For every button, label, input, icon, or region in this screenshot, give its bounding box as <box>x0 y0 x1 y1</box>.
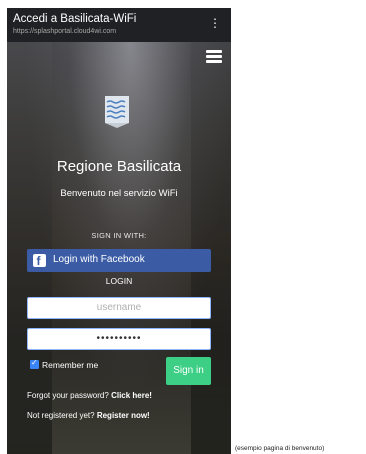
login-heading: LOGIN <box>105 276 133 286</box>
sign-in-with-label: SIGN IN WITH: <box>91 231 147 240</box>
kebab-menu-icon[interactable]: ⋮ <box>209 17 221 29</box>
username-input[interactable]: username <box>27 297 211 319</box>
sign-in-button[interactable]: Sign in <box>166 357 211 385</box>
register-prompt: Not registered yet? <box>27 411 95 420</box>
region-name: Regione Basilicata <box>56 158 182 175</box>
hamburger-icon[interactable] <box>206 50 222 63</box>
regional-crest-icon <box>105 96 129 128</box>
register-link[interactable]: Register now! <box>97 411 150 420</box>
browser-page-title: Accedi a Basilicata-WiFi <box>13 13 137 25</box>
forgot-password-link[interactable]: Click here! <box>111 391 152 400</box>
figure-caption: (esempio pagina di benvenuto) <box>235 445 325 452</box>
welcome-text: Benvenuto nel servizio WiFi <box>60 188 178 199</box>
facebook-login-label: Login with Facebook <box>53 254 145 265</box>
forgot-password-prompt: Forgot your password? <box>27 391 109 400</box>
remember-me-label: Remember me <box>42 359 99 370</box>
register-text: Not registered yet? Register now! <box>27 411 150 420</box>
remember-me-checkbox[interactable]: Remember me <box>27 358 99 370</box>
facebook-login-button[interactable]: f Login with Facebook <box>27 249 211 272</box>
browser-url[interactable]: https://splashportal.cloud4wi.com <box>13 28 116 35</box>
password-input[interactable]: •••••••••• <box>27 328 211 350</box>
forgot-password-text: Forgot your password? Click here! <box>27 391 152 400</box>
checkbox-checked-icon[interactable] <box>30 358 39 370</box>
facebook-icon: f <box>33 254 46 268</box>
browser-title-bar: Accedi a Basilicata-WiFi https://splashp… <box>7 8 231 42</box>
login-form: Regione Basilicata Benvenuto nel servizi… <box>7 8 231 454</box>
phone-screen: Accedi a Basilicata-WiFi https://splashp… <box>7 8 231 454</box>
